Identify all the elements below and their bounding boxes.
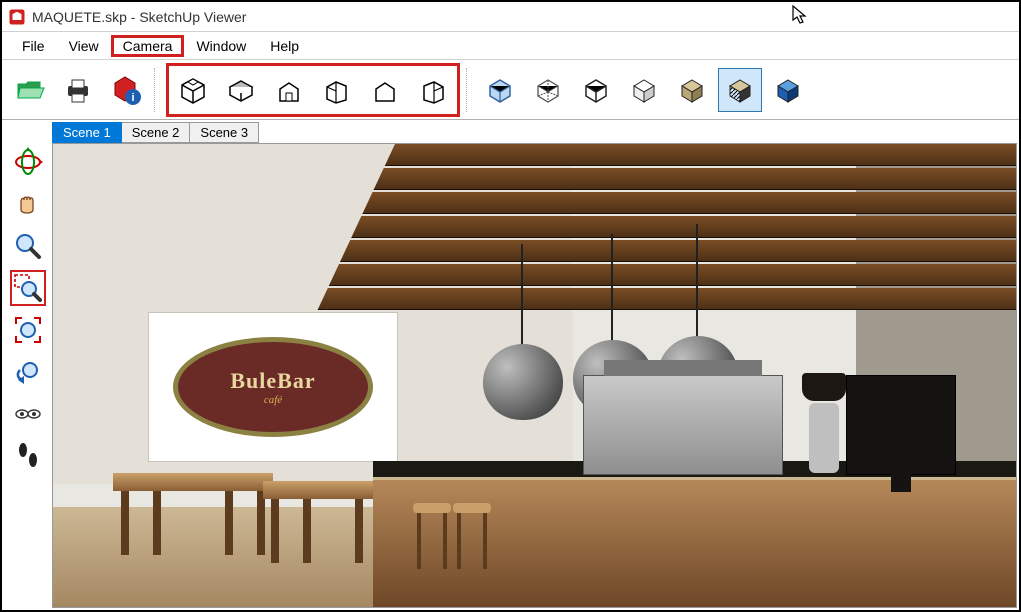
- zoom-icon: [12, 230, 44, 262]
- window-title: MAQUETE.skp - SketchUp Viewer: [32, 9, 246, 25]
- titlebar: MAQUETE.skp - SketchUp Viewer: [2, 2, 1019, 32]
- standard-views-group: [166, 63, 460, 117]
- left-view-button[interactable]: [411, 68, 455, 112]
- menu-camera[interactable]: Camera: [111, 35, 185, 57]
- scene-stool: [413, 503, 451, 577]
- zoom-window-icon: [12, 272, 44, 304]
- model-info-icon: i: [109, 73, 143, 107]
- orbit-icon: [12, 146, 44, 178]
- shaded-style-button[interactable]: [670, 68, 714, 112]
- scene-pendant-cord: [696, 224, 698, 338]
- monochrome-style-icon: [773, 75, 803, 105]
- scene-logo: BuleBar café: [173, 337, 373, 437]
- back-view-button[interactable]: [363, 68, 407, 112]
- look-around-icon: [12, 398, 44, 430]
- scene-table: [113, 473, 273, 563]
- scene-pendant-light: [483, 344, 563, 420]
- main-toolbar: i: [2, 60, 1019, 120]
- print-button[interactable]: [56, 68, 100, 112]
- open-file-button[interactable]: [8, 68, 52, 112]
- monochrome-style-button[interactable]: [766, 68, 810, 112]
- menu-window[interactable]: Window: [184, 36, 258, 56]
- menubar: File View Camera Window Help: [2, 32, 1019, 60]
- scene-logo-board: BuleBar café: [148, 312, 398, 462]
- scene-grinder: [798, 373, 850, 475]
- navigation-toolbar: [4, 122, 52, 608]
- previous-view-button[interactable]: [10, 354, 46, 390]
- scene-tab-3[interactable]: Scene 3: [190, 122, 259, 143]
- menu-help[interactable]: Help: [258, 36, 311, 56]
- previous-view-icon: [12, 356, 44, 388]
- zoom-button[interactable]: [10, 228, 46, 264]
- shaded-light-style-icon: [629, 75, 659, 105]
- zoom-extents-button[interactable]: [10, 312, 46, 348]
- walk-icon: [12, 440, 44, 472]
- scene-pendant-cord: [611, 234, 613, 342]
- look-around-button[interactable]: [10, 396, 46, 432]
- scene-tab-1[interactable]: Scene 1: [52, 122, 122, 143]
- pan-button[interactable]: [10, 186, 46, 222]
- right-view-icon: [322, 75, 352, 105]
- hiddenline-style-button[interactable]: [574, 68, 618, 112]
- hiddenline-style-icon: [581, 75, 611, 105]
- right-view-button[interactable]: [315, 68, 359, 112]
- xray-style-button[interactable]: [478, 68, 522, 112]
- app-window: MAQUETE.skp - SketchUp Viewer File View …: [0, 0, 1021, 612]
- menu-file[interactable]: File: [10, 36, 57, 56]
- scene-pendant-cord: [521, 244, 523, 346]
- pan-icon: [12, 188, 44, 220]
- wireframe-style-button[interactable]: [526, 68, 570, 112]
- scene-stool: [453, 503, 491, 577]
- print-icon: [62, 74, 94, 106]
- top-view-icon: [226, 75, 256, 105]
- iso-view-button[interactable]: [171, 68, 215, 112]
- iso-view-icon: [178, 75, 208, 105]
- shaded-light-style-button[interactable]: [622, 68, 666, 112]
- scene-ceiling: [311, 144, 1017, 324]
- shaded-textures-style-button[interactable]: [718, 68, 762, 112]
- scene-pos-monitor: [846, 375, 956, 475]
- shaded-textures-style-icon: [725, 75, 755, 105]
- scene-espresso-machine: [583, 375, 783, 475]
- open-file-icon: [14, 74, 46, 106]
- scene-tab-2[interactable]: Scene 2: [122, 122, 191, 143]
- xray-style-icon: [485, 75, 515, 105]
- front-view-icon: [274, 75, 304, 105]
- top-view-button[interactable]: [219, 68, 263, 112]
- toolbar-separator: [466, 68, 472, 112]
- toolbar-separator: [154, 68, 160, 112]
- scene-logo-main-text: BuleBar: [230, 368, 315, 394]
- app-icon: [8, 8, 26, 26]
- svg-text:i: i: [131, 92, 134, 104]
- walk-button[interactable]: [10, 438, 46, 474]
- back-view-icon: [370, 75, 400, 105]
- zoom-window-button[interactable]: [10, 270, 46, 306]
- scene-logo-sub-text: café: [264, 394, 282, 406]
- left-view-icon: [418, 75, 448, 105]
- zoom-extents-icon: [12, 314, 44, 346]
- orbit-button[interactable]: [10, 144, 46, 180]
- content-area: Scene 1 Scene 2 Scene 3: [4, 122, 1017, 608]
- shaded-style-icon: [677, 75, 707, 105]
- model-info-button[interactable]: i: [104, 68, 148, 112]
- front-view-button[interactable]: [267, 68, 311, 112]
- menu-view[interactable]: View: [57, 36, 111, 56]
- wireframe-style-icon: [533, 75, 563, 105]
- model-viewport[interactable]: BuleBar café: [52, 143, 1017, 608]
